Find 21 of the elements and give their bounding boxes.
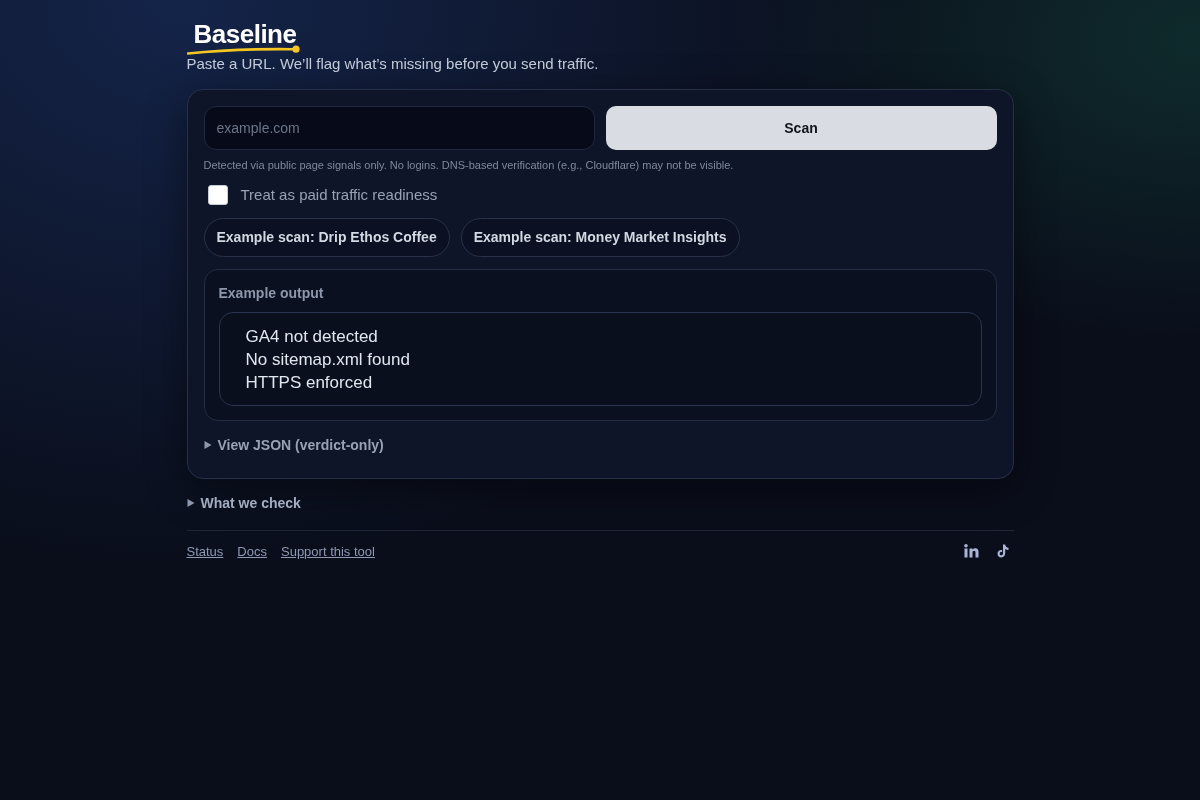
example-scan-button[interactable]: Example scan: Money Market Insights [460, 217, 740, 257]
swoosh-underline-icon [186, 45, 301, 55]
footer-link[interactable]: Status [186, 541, 224, 561]
brand-logo-text: Baseline [193, 20, 297, 48]
linkedin-icon[interactable] [963, 544, 979, 559]
checkbox-label: Treat as paid traffic readiness [240, 185, 438, 205]
output-line: HTTPS enforced [245, 371, 373, 394]
scan-button[interactable]: Scan [605, 106, 997, 150]
example-scan-button[interactable]: Example scan: Drip Ethos Coffee [203, 217, 450, 257]
footer-link[interactable]: Docs [237, 541, 267, 561]
checkbox[interactable] [207, 185, 228, 206]
url-input-field[interactable]: example.com [203, 106, 595, 150]
disclosure-toggle[interactable]: View JSON (verdict-only) [203, 435, 384, 454]
output-line: GA4 not detected [245, 325, 378, 348]
panel-title: Example output [218, 283, 325, 302]
hint-text: Detected via public page signals only. No logins. DNS-based verification (e.g., Cloudflare) may not be visible. [203, 158, 735, 172]
music-note-icon[interactable] [996, 544, 1009, 559]
footer-link[interactable]: Support this tool [281, 541, 375, 561]
tagline: Paste a URL. We’ll flag what’s missing before you send traffic. [186, 54, 599, 74]
disclosure-toggle[interactable]: What we check [186, 493, 301, 512]
output-line: No sitemap.xml found [245, 348, 410, 371]
